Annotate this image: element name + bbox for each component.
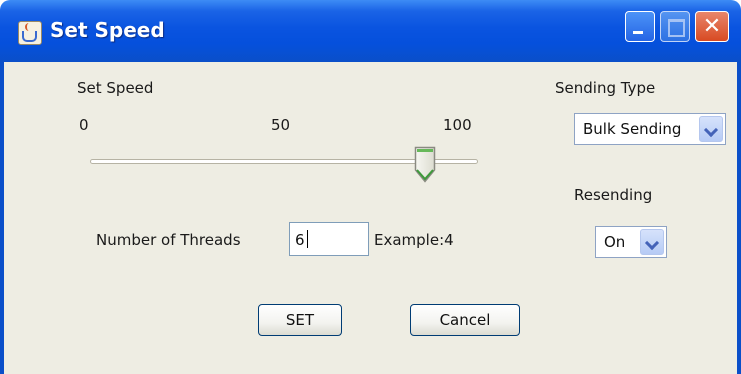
resending-value: On (604, 233, 626, 251)
chevron-down-icon[interactable] (699, 116, 723, 142)
threads-input[interactable]: 6 (289, 222, 369, 256)
slider-tick-label-mid: 50 (271, 116, 291, 134)
set-speed-window: Set Speed ✕ Set Speed 0 50 100 Sending T… (0, 0, 741, 374)
threads-input-value: 6 (295, 231, 305, 249)
close-icon: ✕ (702, 14, 722, 39)
resending-select[interactable]: On (595, 226, 667, 258)
slider-tick-label-max: 100 (443, 116, 472, 134)
maximize-button (660, 11, 690, 42)
slider-thumb-icon (414, 146, 435, 183)
resending-label: Resending (574, 186, 653, 204)
cancel-button[interactable]: Cancel (410, 304, 520, 336)
sending-type-value: Bulk Sending (583, 120, 682, 138)
java-cup-icon[interactable] (18, 21, 42, 45)
set-button[interactable]: SET (258, 304, 342, 336)
set-speed-label: Set Speed (77, 79, 154, 97)
window-title: Set Speed (50, 18, 165, 42)
close-button[interactable]: ✕ (695, 11, 729, 42)
minimize-button[interactable] (625, 11, 655, 42)
sending-type-select[interactable]: Bulk Sending (574, 113, 726, 145)
threads-example-hint: Example:4 (374, 231, 454, 249)
speed-slider-thumb[interactable] (414, 146, 436, 188)
sending-type-label: Sending Type (555, 79, 656, 97)
threads-label: Number of Threads (96, 231, 241, 249)
dialog-content (0, 62, 741, 374)
chevron-down-icon[interactable] (640, 229, 664, 255)
title-bar[interactable]: Set Speed ✕ (0, 0, 741, 62)
slider-tick-label-min: 0 (79, 116, 89, 134)
text-caret (307, 230, 308, 248)
